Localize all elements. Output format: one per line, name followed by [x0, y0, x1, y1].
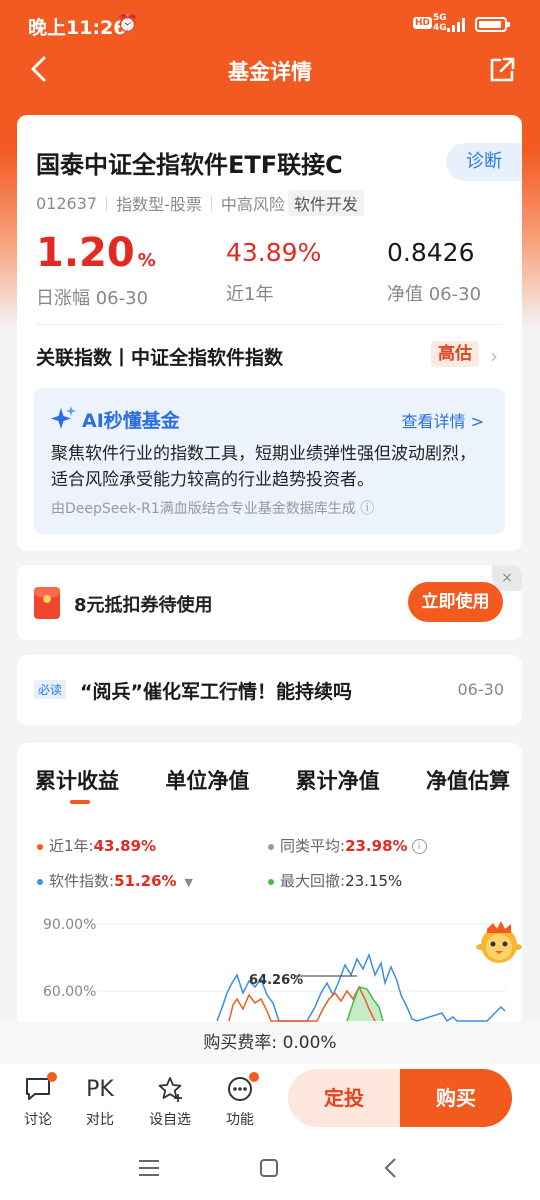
daily-change-unit: %	[137, 250, 156, 271]
y-tick-60: 60.00%	[43, 984, 96, 1000]
star-plus-icon	[158, 1077, 182, 1102]
nav-value: 0.8426	[387, 238, 475, 267]
legend-software-index[interactable]: 软件指数:51.26% ▼	[37, 870, 193, 891]
dropdown-icon: ▼	[184, 876, 194, 889]
chevron-right-icon[interactable]: ›	[490, 344, 498, 368]
fund-type: 指数型-股票	[116, 195, 202, 214]
y-tick-90: 90.00%	[43, 917, 96, 933]
tab-cumulative-return[interactable]: 累计收益	[35, 765, 119, 795]
page-title: 基金详情	[228, 60, 312, 84]
year-return-label: 近1年	[226, 284, 274, 305]
sparkle-icon	[51, 406, 76, 429]
alarm-icon: ⏰	[117, 14, 139, 34]
notification-dot	[47, 1072, 57, 1082]
discuss-button[interactable]: 讨论	[13, 1072, 63, 1129]
hd-badge: HD	[413, 17, 433, 29]
year-return-metric: 43.89% 近1年	[226, 230, 321, 306]
must-read-badge: 必读	[34, 680, 67, 699]
related-index[interactable]: 关联指数丨中证全指软件指数	[36, 343, 283, 370]
ai-view-details-link[interactable]: 查看详情 >	[402, 408, 485, 432]
fee-label: 购买费率:	[203, 1033, 278, 1053]
close-icon[interactable]: ×	[492, 565, 522, 591]
legend-max-drawdown: 最大回撤:23.15%	[268, 870, 402, 891]
diagnose-button[interactable]: 诊断	[446, 143, 522, 181]
daily-change-value: 1.20	[36, 230, 135, 276]
fund-name: 国泰中证全指软件ETF联接C	[36, 151, 343, 179]
fund-risk: 中高风险	[220, 195, 285, 214]
tab-nav-estimate[interactable]: 净值估算	[426, 765, 510, 795]
year-return-value: 43.89%	[226, 238, 322, 267]
sip-button[interactable]: 定投	[288, 1069, 400, 1127]
nav-label: 净值 06-30	[387, 284, 482, 305]
peak-label: 64.26%	[249, 973, 303, 988]
fund-summary-card: 国泰中证全指软件ETF联接C 诊断 012637 指数型-股票 中高风险 软件开…	[17, 115, 522, 551]
ai-summary-text: 聚焦软件行业的指数工具，短期业绩弹性强但波动剧烈，适合风险承受能力较高的行业趋势…	[51, 444, 476, 490]
menu-icon[interactable]	[138, 1159, 160, 1177]
tab-unit-nav[interactable]: 单位净值	[165, 765, 249, 795]
buy-button[interactable]: 购买	[400, 1069, 512, 1127]
daily-change-label: 日涨幅 06-30	[36, 288, 149, 309]
more-functions-button[interactable]: 功能	[215, 1072, 265, 1129]
tab-cumulative-nav[interactable]: 累计净值	[296, 765, 380, 795]
divider	[36, 324, 503, 325]
valuation-badge: 高估	[431, 341, 479, 367]
use-coupon-button[interactable]: 立即使用	[408, 582, 503, 622]
ai-source-note: 由DeepSeek-R1满血版结合专业基金数据库生成 ⓘ	[51, 501, 375, 517]
news-date: 06-30	[457, 680, 505, 699]
fee-value: 0.00%	[282, 1033, 337, 1053]
signal-icon	[447, 18, 465, 32]
battery-icon	[475, 17, 510, 32]
ai-summary-panel: AI秒懂基金 查看详情 > 聚焦软件行业的指数工具，短期业绩弹性强但波动剧烈，适…	[34, 388, 505, 534]
compare-button[interactable]: PK 对比	[75, 1074, 125, 1129]
coupon-card: 8元抵扣券待使用 立即使用 ×	[17, 565, 522, 640]
pk-icon: PK	[86, 1076, 114, 1102]
red-envelope-icon	[34, 587, 60, 619]
daily-change-metric: 1.20% 日涨幅 06-30	[36, 230, 156, 310]
home-icon[interactable]	[259, 1158, 279, 1178]
coupon-text: 8元抵扣券待使用	[74, 595, 213, 616]
info-icon[interactable]: i	[411, 839, 427, 854]
bottom-action-bar: 讨论 PK 对比 设自选 功能 定投 购买	[0, 1064, 540, 1139]
news-title[interactable]: “阅兵”催化军工行情！能持续吗	[80, 677, 352, 704]
fund-code: 012637	[36, 193, 98, 213]
status-time: 晚上11:26	[28, 17, 127, 39]
purchase-fee-bar: 购买费率: 0.00%	[0, 1022, 540, 1064]
legend-one-year: 近1年:43.89%	[37, 835, 156, 856]
network-type: 5G 4G	[433, 13, 447, 33]
fund-sector[interactable]: 软件开发	[287, 190, 364, 216]
performance-chart-card: 累计收益 单位净值 累计净值 净值估算 近1年:43.89% 同类平均:23.9…	[17, 743, 522, 1043]
legend-peer-average: 同类平均:23.98% i	[268, 835, 427, 856]
system-back-icon[interactable]	[383, 1157, 399, 1179]
system-nav-bar	[0, 1139, 540, 1200]
share-icon[interactable]	[487, 55, 517, 85]
news-card[interactable]: 必读 “阅兵”催化军工行情！能持续吗 06-30	[17, 655, 522, 725]
notification-dot	[249, 1072, 259, 1082]
chart-tabs: 累计收益 单位净值 累计净值 净值估算	[35, 765, 510, 795]
nav-metric: 0.8426 净值 06-30	[387, 230, 481, 306]
ai-title: AI秒懂基金	[82, 410, 180, 432]
nav-bar: 基金详情	[0, 48, 540, 92]
fund-tags: 012637 指数型-股票 中高风险 软件开发	[36, 190, 364, 216]
add-watchlist-button[interactable]: 设自选	[145, 1074, 195, 1129]
mascot-icon[interactable]	[473, 915, 525, 967]
active-tab-indicator	[70, 800, 90, 804]
status-bar: 晚上11:26 ⏰ HD 5G 4G	[0, 0, 540, 48]
